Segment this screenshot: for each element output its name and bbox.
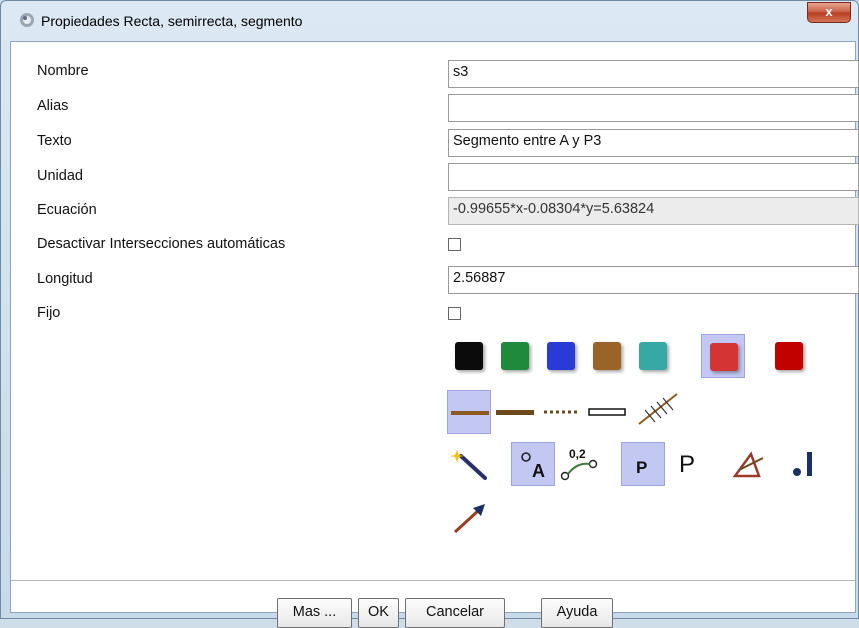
mas-button[interactable]: Mas ... — [277, 598, 352, 628]
line-medium-icon — [496, 410, 534, 415]
point-label-icon: A — [521, 452, 545, 481]
color-swatch-5[interactable] — [631, 334, 675, 378]
ecuacion-label: Ecuación — [37, 202, 97, 218]
close-icon: x — [825, 4, 833, 19]
dialog-content: Nombre Alias Texto Unidad Ecuación Desac… — [10, 41, 859, 628]
color-swatch-fill — [775, 342, 803, 370]
trace-button[interactable] — [729, 442, 773, 486]
texto-field[interactable]: Segmento entre A y P3 — [448, 129, 859, 157]
color-swatch-6[interactable] — [701, 334, 745, 378]
layer-button[interactable] — [783, 442, 827, 486]
bold-p-icon: P — [636, 458, 647, 477]
plain-label-button[interactable]: P — [667, 442, 711, 486]
app-icon — [20, 13, 34, 27]
title-bar[interactable]: Propiedades Recta, semirrecta, segmento … — [1, 1, 858, 41]
ayuda-button[interactable]: Ayuda — [541, 598, 613, 628]
point-label-letter: A — [532, 461, 545, 481]
magic-wand-icon — [450, 450, 487, 480]
unidad-field[interactable] — [448, 163, 859, 191]
show-value-button[interactable]: 0,2 — [557, 442, 601, 486]
line-style-hatched-button[interactable] — [633, 386, 678, 430]
fijo-checkbox[interactable] — [448, 307, 461, 320]
line-style-hollow-button[interactable] — [585, 390, 629, 434]
footer-divider — [11, 580, 855, 581]
color-swatch-4[interactable] — [585, 334, 629, 378]
alias-label: Alias — [37, 98, 69, 114]
line-hatched-icon — [638, 393, 678, 425]
ecuacion-field: -0.99655*x-0.08304*y=5.63824 — [448, 197, 859, 225]
line-thick-icon — [451, 411, 489, 415]
line-style-medium-button[interactable] — [493, 390, 537, 434]
nombre-label: Nombre — [37, 63, 89, 79]
show-label-button[interactable]: A — [511, 442, 555, 486]
longitud-field[interactable]: 2.56887 — [448, 266, 859, 294]
label-value-icon: 0,2 — [560, 447, 598, 481]
cancelar-button[interactable]: Cancelar — [405, 598, 505, 628]
color-swatch-fill — [593, 342, 621, 370]
plain-p-letter: P — [679, 451, 695, 478]
close-button[interactable]: x — [807, 2, 851, 23]
properties-dialog: Propiedades Recta, semirrecta, segmento … — [0, 0, 859, 628]
color-swatch-fill — [455, 342, 483, 370]
color-swatch-1[interactable] — [447, 334, 491, 378]
color-swatch-7[interactable] — [767, 334, 811, 378]
unidad-label: Unidad — [37, 168, 83, 184]
bold-label-button[interactable]: P — [621, 442, 665, 486]
line-dotted-icon — [544, 410, 578, 414]
arrow-style-button[interactable] — [447, 494, 491, 538]
plain-p-icon: P — [679, 451, 695, 478]
desactivar-checkbox[interactable] — [448, 238, 461, 251]
fijo-label: Fijo — [37, 305, 61, 321]
line-style-dotted-button[interactable] — [539, 390, 583, 434]
nombre-field[interactable]: s3 — [448, 60, 859, 88]
ok-button[interactable]: OK — [358, 598, 399, 628]
color-swatch-fill — [501, 342, 529, 370]
arrow-icon — [453, 504, 485, 534]
longitud-label: Longitud — [37, 271, 93, 287]
trace-icon — [732, 451, 764, 478]
color-swatch-fill — [710, 343, 738, 371]
bold-p-letter: P — [636, 458, 647, 477]
desactivar-label: Desactivar Intersecciones automáticas — [37, 236, 286, 252]
alias-field[interactable] — [448, 94, 859, 122]
color-swatch-fill — [639, 342, 667, 370]
color-swatch-3[interactable] — [539, 334, 583, 378]
magic-wand-button[interactable] — [447, 442, 491, 486]
dot-bar-icon — [793, 452, 812, 476]
line-hollow-icon — [588, 408, 626, 416]
texto-label: Texto — [37, 133, 72, 149]
label-value-text: 0,2 — [569, 447, 586, 461]
color-swatch-fill — [547, 342, 575, 370]
window-title: Propiedades Recta, semirrecta, segmento — [41, 13, 303, 29]
line-style-thick-button[interactable] — [447, 390, 491, 434]
color-swatch-2[interactable] — [493, 334, 537, 378]
